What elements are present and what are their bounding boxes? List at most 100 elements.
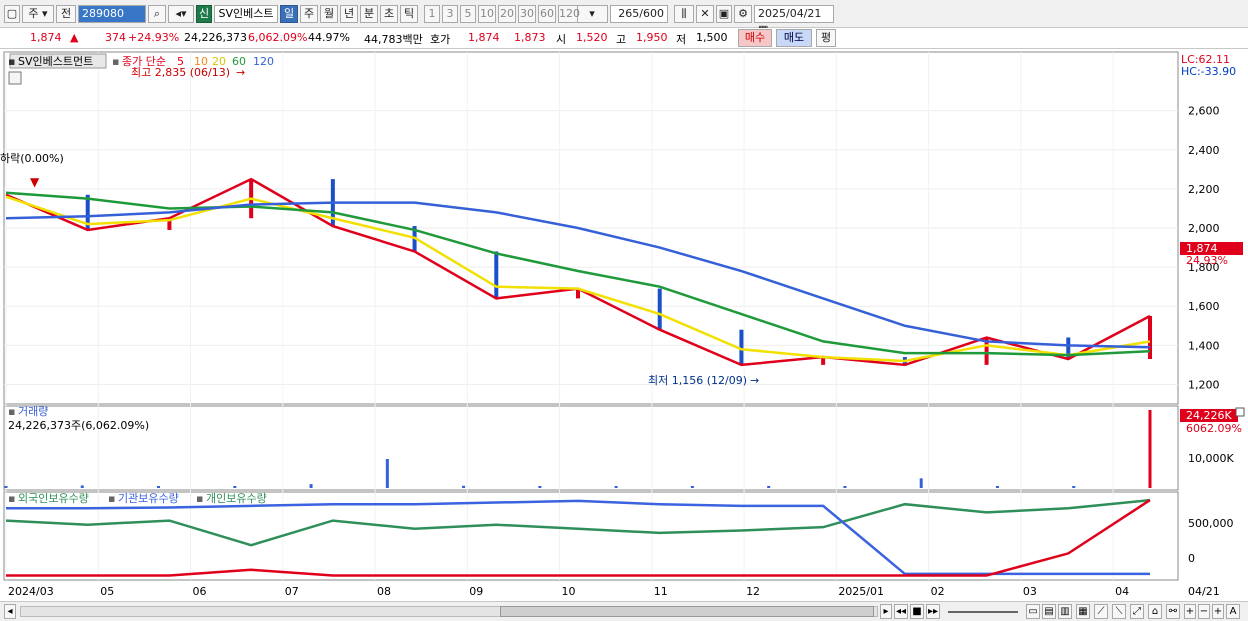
y-tick: 1,400 <box>1188 339 1220 352</box>
volume-bar <box>462 485 466 488</box>
period-select[interactable]: 주 ▾ <box>22 5 54 23</box>
trend-icon[interactable]: ⟋ <box>1094 604 1108 619</box>
scrollbar-thumb[interactable] <box>500 606 874 617</box>
search-icon[interactable]: ⌕ <box>148 5 166 23</box>
stock-code-input[interactable]: 289080 <box>78 5 146 23</box>
volume-bar <box>233 486 237 488</box>
interval-1[interactable]: 1 <box>424 5 440 23</box>
chart-area[interactable]: 2,600 2,400 2,200 2,000 1,800 1,600 1,400 1,200… <box>0 50 1248 602</box>
amount-value: 44,783백만 <box>364 33 423 46</box>
shape-icon[interactable]: ⌂ <box>1148 604 1162 619</box>
stock-name[interactable]: SV인베스트 <box>214 5 278 23</box>
legend-square-icon-2: ▪ <box>108 492 115 505</box>
change-value: 374 <box>105 31 126 44</box>
timeframe-년[interactable]: 년 <box>340 5 358 23</box>
y-tick: 2,000 <box>1188 222 1220 235</box>
scroll-left-icon[interactable]: ◂ <box>4 604 16 619</box>
volume-bar <box>843 486 847 488</box>
drop-arrow-icon: ▼ <box>30 175 40 189</box>
save-icon[interactable]: ▣ <box>716 5 732 23</box>
y-tick: 1,200 <box>1188 378 1220 391</box>
grid-icon[interactable]: ▦ <box>1076 604 1090 619</box>
font-size-icon[interactable]: A <box>1226 604 1240 619</box>
panel-close-icon[interactable] <box>1235 407 1245 417</box>
layout3-icon[interactable]: ▥ <box>1058 604 1072 619</box>
x-label: 07 <box>285 585 299 598</box>
x-label: 05 <box>100 585 114 598</box>
timeframe-틱[interactable]: 틱 <box>400 5 418 23</box>
volume-bar <box>1148 410 1152 488</box>
buy-button[interactable]: 매수 <box>738 29 772 47</box>
volume-bar <box>767 486 771 488</box>
scroll-right-icon[interactable]: ▸ <box>880 604 892 619</box>
candle-icon[interactable]: ⫼ <box>674 5 694 23</box>
low-label: 저 <box>676 33 687 46</box>
trend3-icon[interactable]: ⤢ <box>1130 604 1144 619</box>
window-icon[interactable]: ▢ <box>4 5 20 23</box>
volume-panel <box>3 405 1179 491</box>
interval-10[interactable]: 10 <box>478 5 496 23</box>
stop-icon[interactable]: ■ <box>910 604 924 619</box>
zoom-slider[interactable] <box>948 611 1018 613</box>
x-label: 10 <box>562 585 576 598</box>
volume-bar <box>309 484 313 488</box>
crosshair-icon[interactable]: ✕ <box>696 5 714 23</box>
timeframe-일[interactable]: 일 <box>280 5 298 23</box>
volume-bar <box>690 486 694 488</box>
timeframe-월[interactable]: 월 <box>320 5 338 23</box>
rewind-icon[interactable]: ◂◂ <box>894 604 908 619</box>
sell-button[interactable]: 매도 <box>776 29 812 47</box>
layout-icon[interactable]: ▭ <box>1026 604 1040 619</box>
interval-20[interactable]: 20 <box>498 5 516 23</box>
volume-last-pct: 6062.09% <box>1186 422 1242 435</box>
holdings-tick-500k: 500,000 <box>1188 517 1234 530</box>
sound-icon[interactable]: ◂▾ <box>168 5 194 23</box>
zoom-in-icon[interactable]: + <box>1184 604 1196 619</box>
interval-60[interactable]: 60 <box>538 5 556 23</box>
table-icon[interactable] <box>8 71 22 85</box>
volume-bar <box>157 486 161 488</box>
change-pct: +24.93% <box>128 31 180 44</box>
forward-icon[interactable]: ▸▸ <box>926 604 940 619</box>
volume-bar <box>538 486 542 488</box>
link-icon[interactable]: ⚯ <box>1166 604 1180 619</box>
add-icon[interactable]: + <box>1212 604 1224 619</box>
x-label: 08 <box>377 585 391 598</box>
timeframe-분[interactable]: 분 <box>360 5 378 23</box>
trend2-icon[interactable]: ⟍ <box>1112 604 1126 619</box>
x-label: 06 <box>193 585 207 598</box>
price-panel-title: SV인베스트먼트 <box>18 55 93 68</box>
interval-30[interactable]: 30 <box>518 5 536 23</box>
legend-square-icon: ▪ <box>8 492 15 505</box>
y-tick: 2,200 <box>1188 183 1220 196</box>
new-badge[interactable]: 신 <box>196 5 212 23</box>
date-input[interactable]: 2025/04/21 ▦ <box>754 5 834 36</box>
volume-bar <box>995 486 999 488</box>
ma120-label: 120 <box>253 55 274 68</box>
bid2-value: 1,873 <box>514 31 546 44</box>
chart-svg: 2,6002,4002,2002,0001,8001,6001,4001,200… <box>0 51 1245 598</box>
period-label: 주 <box>28 7 39 20</box>
timeframe-주[interactable]: 주 <box>300 5 318 23</box>
candle <box>657 288 662 330</box>
bottom-bar: ◂ ▸ ◂◂ ■ ▸▸ ▭ ▤ ▥ ▦ ⟋ ⟍ ⤢ ⌂ ⚯ + − + A <box>0 601 1248 621</box>
min-annotation: 최저 1,156 (12/09) <box>648 374 747 387</box>
quote-bar: 1,874 ▲ 374 +24.93% 24,226,373 6,062.09%… <box>0 28 1248 49</box>
x-label: 09 <box>469 585 483 598</box>
dropdown-button[interactable]: ▾ <box>576 5 608 23</box>
interval-3[interactable]: 3 <box>442 5 458 23</box>
layout2-icon[interactable]: ▤ <box>1042 604 1056 619</box>
holdings-tick-0: 0 <box>1188 552 1195 565</box>
y-tick: 1,600 <box>1188 300 1220 313</box>
panel-square-icon: ▪ <box>8 55 15 68</box>
zoom-out-icon[interactable]: − <box>1198 604 1210 619</box>
y-tick: 2,400 <box>1188 144 1220 157</box>
interval-120[interactable]: 120 <box>558 5 580 23</box>
avg-button[interactable]: 평 <box>816 29 836 47</box>
turnover-pct: 44.97% <box>308 31 350 44</box>
gear-icon[interactable]: ⚙ <box>734 5 752 23</box>
prev-button[interactable]: 전 <box>56 5 76 23</box>
count-input[interactable]: 265/600 <box>610 5 668 23</box>
timeframe-초[interactable]: 초 <box>380 5 398 23</box>
interval-5[interactable]: 5 <box>460 5 476 23</box>
